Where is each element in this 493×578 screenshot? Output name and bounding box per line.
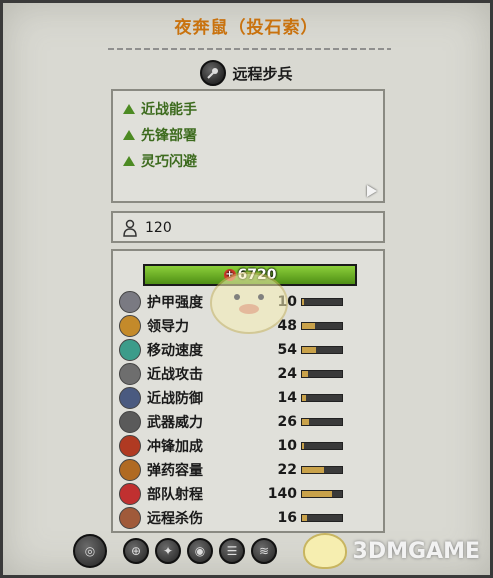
- stat-row[interactable]: 弹药容量 22: [119, 459, 381, 481]
- stat-row[interactable]: 移动速度 54: [119, 339, 381, 361]
- stat-label: 近战防御: [147, 391, 203, 407]
- unit-type-label: 远程步兵: [232, 64, 293, 83]
- melee-attack-icon: [119, 363, 141, 385]
- ability-item[interactable]: 灵巧闪避: [123, 151, 197, 171]
- stat-bar-fill: [302, 323, 315, 329]
- stat-label: 部队射程: [147, 487, 203, 503]
- stat-bar: [301, 418, 343, 426]
- stat-bar-fill: [302, 491, 332, 497]
- stat-bar: [301, 490, 343, 498]
- ability-up-icon: [123, 156, 135, 166]
- ability-label: 灵巧闪避: [141, 154, 197, 170]
- stat-row[interactable]: 近战攻击 24: [119, 363, 381, 385]
- stat-value: 22: [277, 462, 297, 478]
- stat-label: 弹药容量: [147, 463, 203, 479]
- unit-name: 夜奔鼠（投石索）: [174, 18, 319, 38]
- stat-value: 24: [277, 366, 297, 382]
- unit-type-row: 远程步兵: [3, 59, 490, 87]
- stat-bar-fill: [302, 515, 307, 521]
- stat-value: 54: [277, 342, 297, 358]
- stat-label: 武器威力: [147, 415, 203, 431]
- terrain-icon[interactable]: ≋: [251, 538, 277, 564]
- abilities-panel: 近战能手 先锋部署 灵巧闪避: [111, 89, 385, 203]
- stat-bar: [301, 346, 343, 354]
- stat-bar: [301, 442, 343, 450]
- unit-count-value: 120: [145, 220, 172, 236]
- ability-label: 近战能手: [141, 102, 197, 118]
- missile-damage-icon: [119, 507, 141, 529]
- mascot-icon: [302, 533, 347, 569]
- stat-bar: [301, 514, 343, 522]
- ability-label: 先锋部署: [141, 128, 197, 144]
- stat-row[interactable]: 冲锋加成 10: [119, 435, 381, 457]
- stat-row[interactable]: 近战防御 14: [119, 387, 381, 409]
- stat-label: 远程杀伤: [147, 511, 203, 527]
- stat-value: 140: [267, 486, 297, 502]
- ammunition-icon: [119, 459, 141, 481]
- stealth-icon[interactable]: ☰: [219, 538, 245, 564]
- stat-label: 移动速度: [147, 343, 203, 359]
- stat-value: 10: [277, 438, 297, 454]
- stat-bar: [301, 298, 343, 306]
- stat-bar-fill: [302, 419, 309, 425]
- stat-bar: [301, 466, 343, 474]
- unit-count-icon: [123, 219, 137, 237]
- stat-row[interactable]: 武器威力 26: [119, 411, 381, 433]
- unit-card: 夜奔鼠（投石索） 远程步兵 近战能手 先锋部署 灵巧闪避 120 + 护甲强度 …: [0, 0, 493, 578]
- resistance-icon[interactable]: ⊕: [123, 538, 149, 564]
- stat-bar-fill: [302, 467, 324, 473]
- stat-bar-fill: [302, 443, 305, 449]
- stat-value: 16: [277, 510, 297, 526]
- weapon-type-icon[interactable]: ✦: [155, 538, 181, 564]
- ability-item[interactable]: 先锋部署: [123, 125, 197, 145]
- armor-icon: [119, 291, 141, 313]
- stat-value: 26: [277, 414, 297, 430]
- watermark-text: 3DMGAME: [352, 538, 480, 564]
- stat-label: 近战攻击: [147, 367, 203, 383]
- range-icon: [119, 483, 141, 505]
- unit-attribute-icons: ◎ ⊕ ✦ ◉ ☰ ≋: [73, 533, 277, 569]
- stat-bar-fill: [302, 347, 317, 353]
- unit-cost-panel: 120: [111, 211, 385, 243]
- ability-up-icon: [123, 130, 135, 140]
- site-watermark: 3DMGAME: [302, 533, 480, 569]
- melee-defence-icon: [119, 387, 141, 409]
- stat-bar-fill: [302, 371, 309, 377]
- weapon-strength-icon: [119, 411, 141, 433]
- title-divider: [108, 48, 391, 50]
- sling-infantry-icon: [200, 60, 227, 86]
- rank-icon[interactable]: ◎: [73, 534, 107, 568]
- stat-bar-fill: [302, 299, 305, 305]
- stat-row[interactable]: 部队射程 140: [119, 483, 381, 505]
- stat-value: 14: [277, 390, 297, 406]
- stat-bar-fill: [302, 395, 306, 401]
- stat-bar: [301, 322, 343, 330]
- leadership-icon: [119, 315, 141, 337]
- ability-up-icon: [123, 104, 135, 114]
- stat-bar: [301, 370, 343, 378]
- charge-bonus-icon: [119, 435, 141, 457]
- vision-icon[interactable]: ◉: [187, 538, 213, 564]
- ability-item[interactable]: 近战能手: [123, 99, 197, 119]
- mascot-watermark-icon: [210, 272, 288, 334]
- stat-label: 冲锋加成: [147, 439, 203, 455]
- speed-icon: [119, 339, 141, 361]
- expand-arrow-icon[interactable]: [367, 185, 377, 197]
- stat-bar: [301, 394, 343, 402]
- stat-row[interactable]: 远程杀伤 16: [119, 507, 381, 529]
